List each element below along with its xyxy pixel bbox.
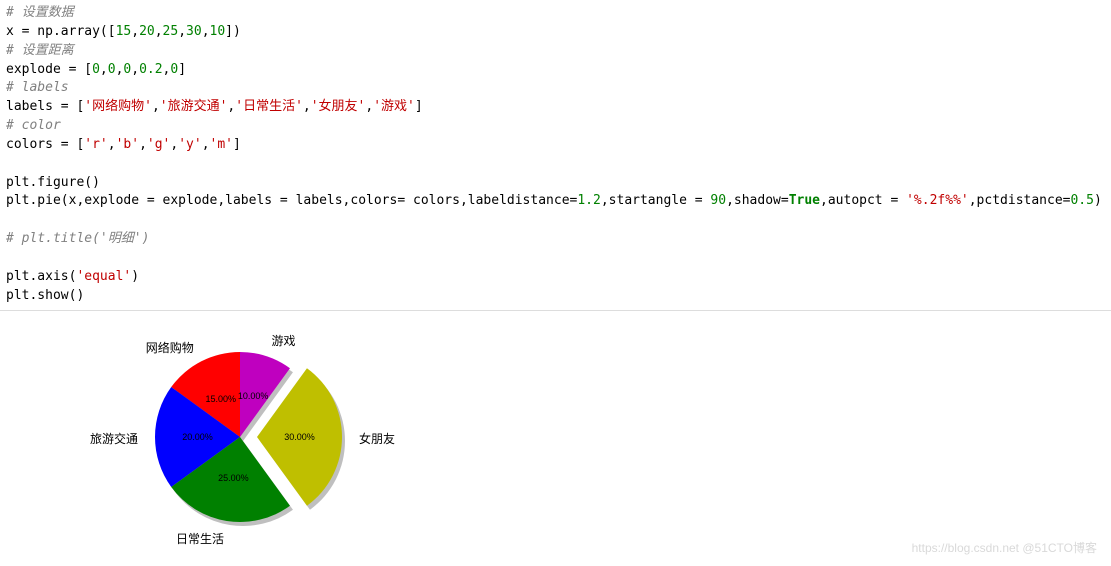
pie-label: 网络购物: [146, 339, 194, 356]
pie-label: 旅游交通: [90, 430, 138, 447]
code-line: explode = [0,0,0,0.2,0]: [6, 61, 1105, 80]
code-line: plt.axis('equal'): [6, 268, 1105, 287]
code-block: # 设置数据 x = np.array([15,20,25,30,10]) # …: [0, 0, 1111, 311]
pie-label: 女朋友: [359, 430, 395, 447]
pie-percent-label: 10.00%: [238, 391, 269, 401]
pie-percent-label: 25.00%: [218, 473, 249, 483]
pie-percent-label: 15.00%: [205, 394, 236, 404]
pie-chart: 15.00% 网络购物 20.00% 旅游交通 25.00% 日常生活 30.00% 女朋友 1…: [40, 317, 460, 557]
code-line: x = np.array([15,20,25,30,10]): [6, 23, 1105, 42]
code-line: colors = ['r','b','g','y','m']: [6, 136, 1105, 155]
code-line: plt.figure(): [6, 174, 1105, 193]
watermark: https://blog.csdn.net @51CTO博客: [912, 539, 1097, 556]
comment: # plt.title('明细'): [6, 231, 149, 246]
pie-percent-label: 20.00%: [182, 432, 213, 442]
comment: # 设置数据: [6, 5, 74, 20]
code-line: labels = ['网络购物','旅游交通','日常生活','女朋友','游戏…: [6, 98, 1105, 117]
comment: # color: [6, 118, 61, 133]
comment: # 设置距离: [6, 43, 74, 58]
code-line: plt.show(): [6, 287, 1105, 306]
pie-label: 游戏: [272, 332, 296, 349]
pie-label: 日常生活: [176, 530, 224, 547]
pie-percent-label: 30.00%: [284, 432, 315, 442]
comment: # labels: [6, 80, 69, 95]
code-line: plt.pie(x,explode = explode,labels = lab…: [6, 192, 1105, 211]
